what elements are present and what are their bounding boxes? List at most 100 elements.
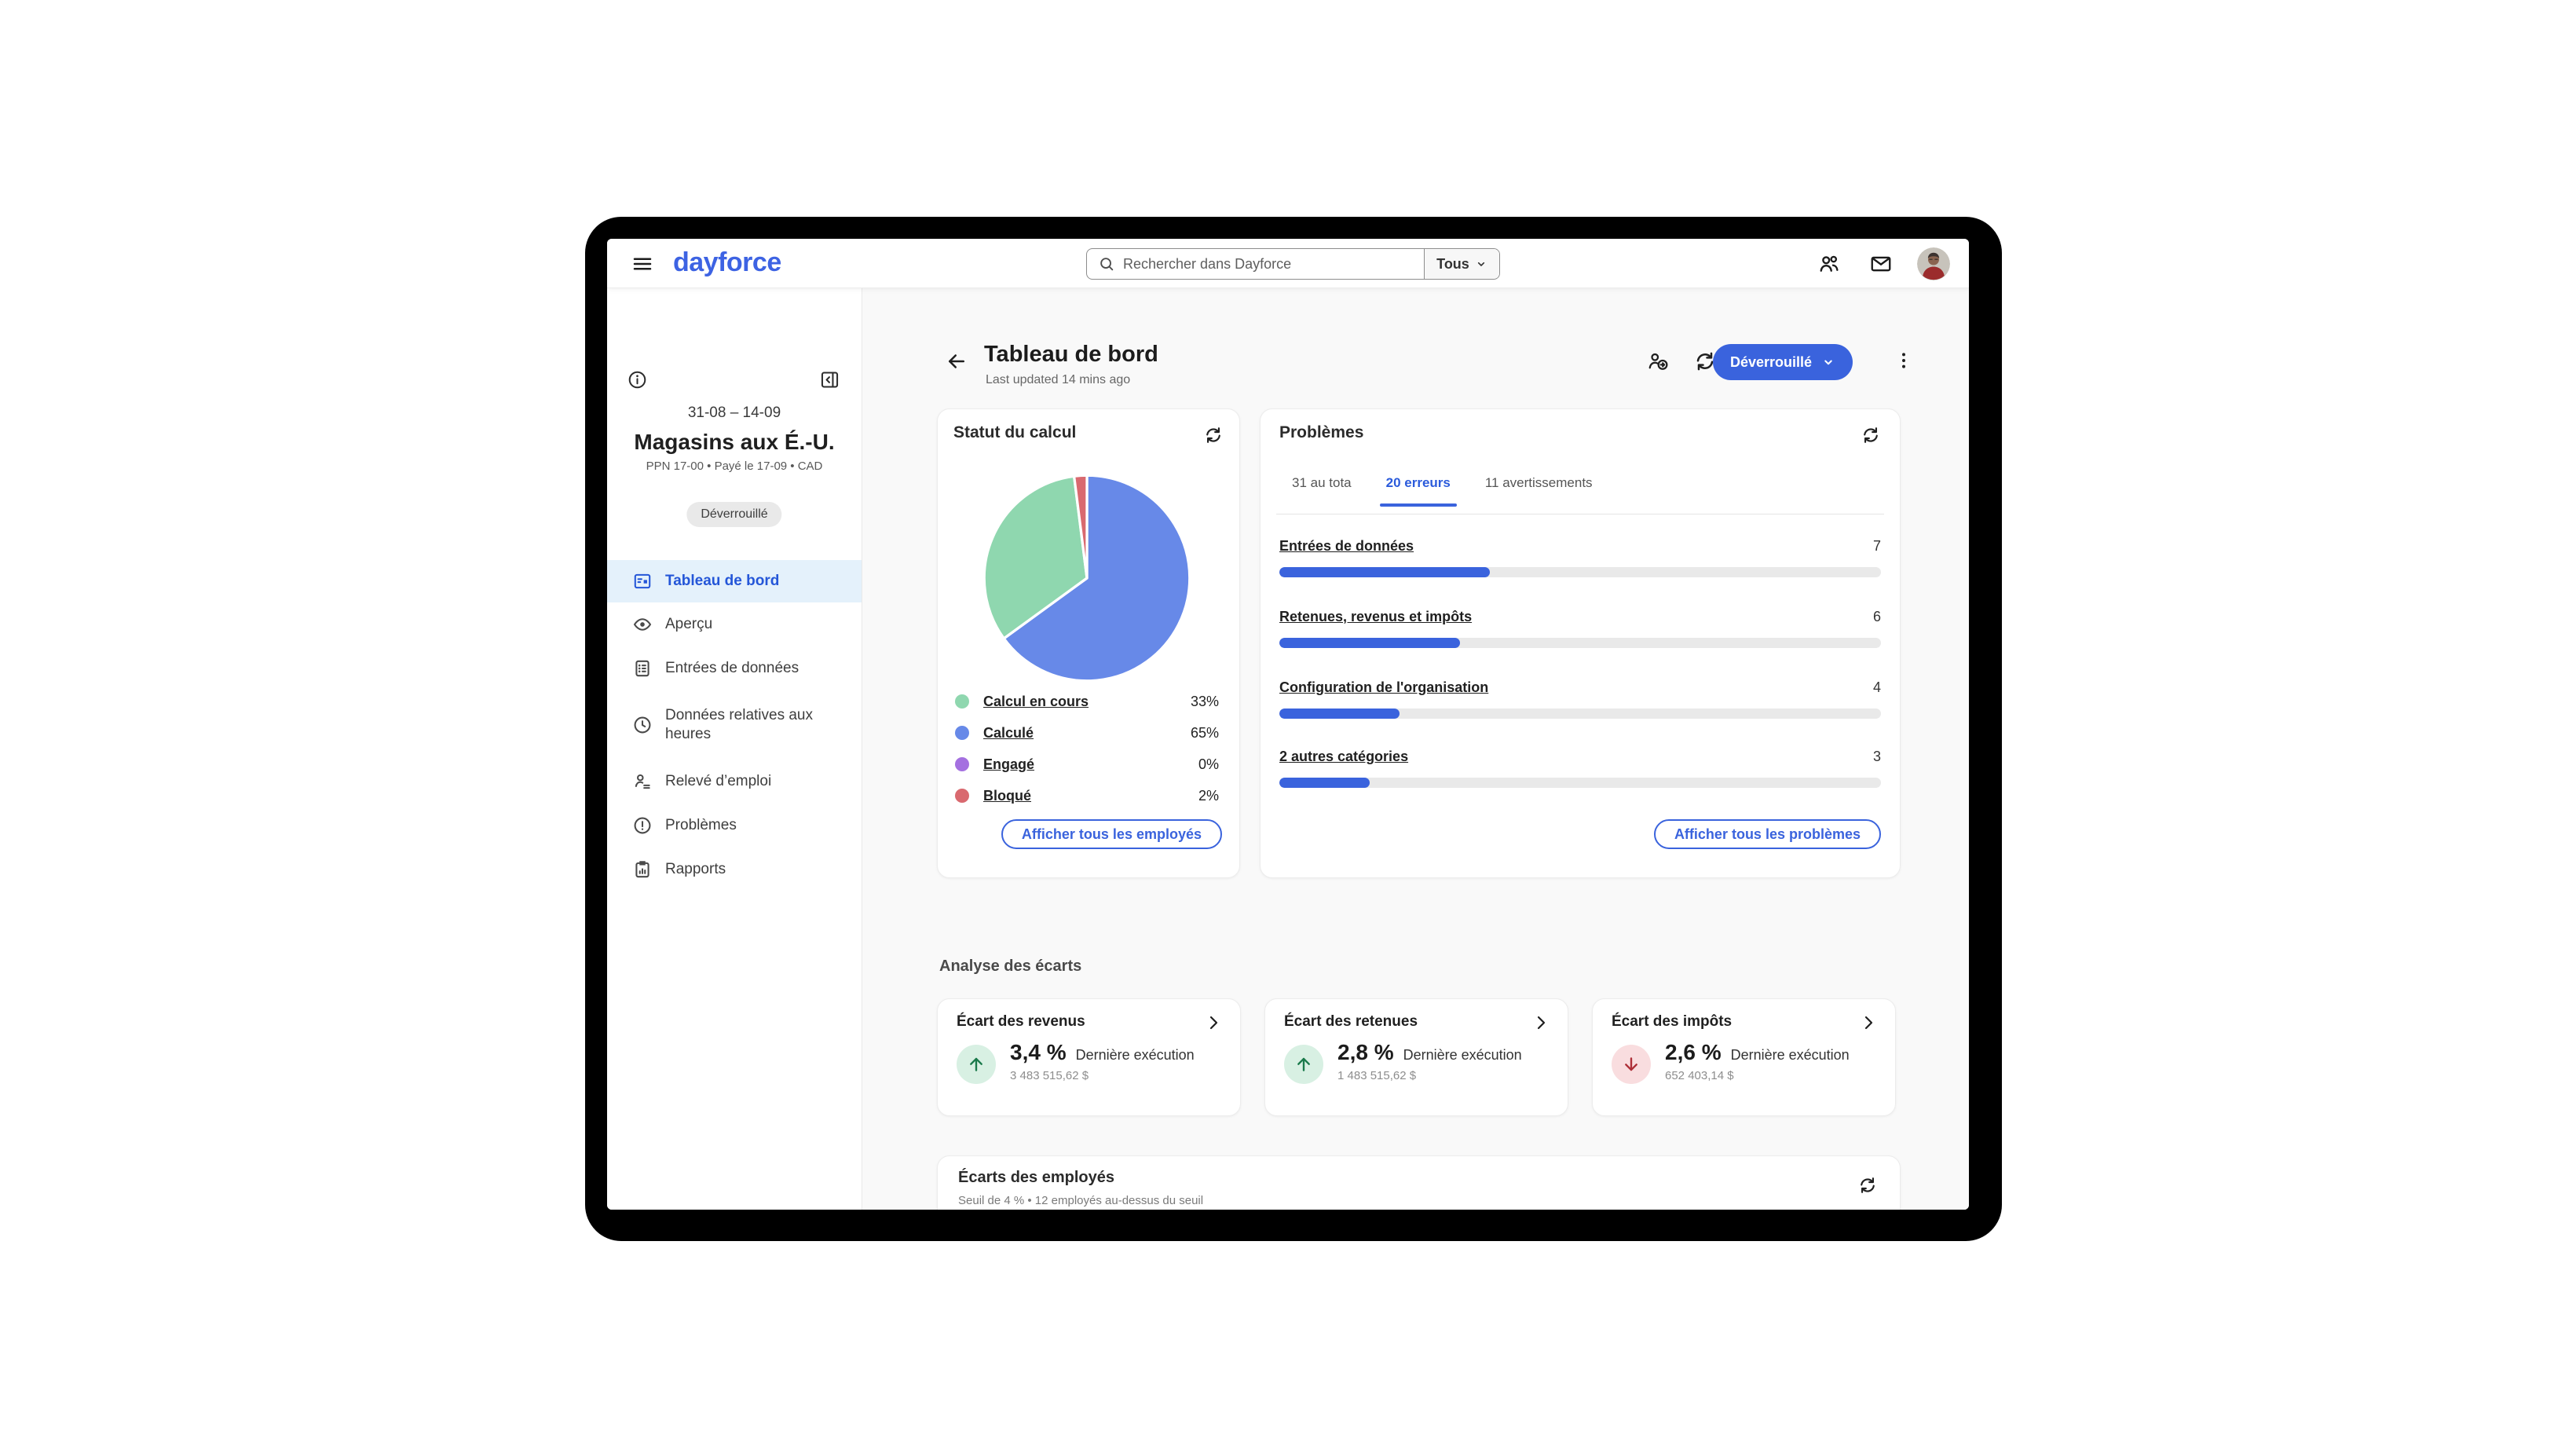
- tab-errors[interactable]: 20 erreurs: [1379, 475, 1458, 507]
- issues-card: Problèmes 31 au tota 20 erreurs 11 avert…: [1260, 408, 1901, 878]
- issue-progress-track: [1279, 567, 1881, 577]
- issue-progress-track: [1279, 709, 1881, 719]
- eye-icon: [632, 614, 653, 635]
- status-button-label: Déverrouillé: [1730, 353, 1813, 370]
- legend-label-link[interactable]: Calculé: [983, 725, 1034, 741]
- calc-status-card: Statut du calcul Calcul en cours 33% Cal…: [937, 408, 1240, 878]
- sidebar-item-label: Aperçu: [665, 616, 713, 632]
- tab-warnings[interactable]: 11 avertissements: [1485, 475, 1593, 507]
- device-frame: dayforce Tous: [585, 217, 2002, 1241]
- hamburger-menu-icon[interactable]: [631, 252, 654, 276]
- data-entry-icon: [632, 658, 653, 679]
- view-all-employees-button[interactable]: Afficher tous les employés: [1001, 819, 1222, 849]
- status-dropdown-button[interactable]: Déverrouillé: [1713, 344, 1853, 380]
- sidebar-item-rapports[interactable]: Rapports: [607, 848, 862, 892]
- issues-tabs: 31 au tota 20 erreurs 11 avertissements: [1292, 475, 1593, 507]
- sidebar-item-label: Tableau de bord: [665, 573, 780, 589]
- search-scope-dropdown[interactable]: Tous: [1424, 249, 1499, 279]
- sidebar-item-releve-emploi[interactable]: Relevé d’emploi: [607, 760, 862, 804]
- clock-icon: [632, 715, 653, 735]
- sidebar-item-tableau-de-bord[interactable]: Tableau de bord: [607, 560, 862, 602]
- variance-exec-label: Dernière exécution: [1730, 1047, 1850, 1063]
- issue-count: 3: [1872, 749, 1881, 764]
- legend-label-link[interactable]: Engagé: [983, 756, 1034, 773]
- sidebar-item-apercu[interactable]: Aperçu: [607, 602, 862, 646]
- trend-up-icon: [957, 1045, 996, 1084]
- variance-percent: 2,6 %: [1665, 1040, 1722, 1064]
- variance-percent: 3,4 %: [1010, 1040, 1067, 1064]
- legend-value: 0%: [1198, 756, 1219, 772]
- issue-count: 6: [1872, 609, 1881, 624]
- variance-amount: 3 483 515,62 $: [1010, 1069, 1089, 1082]
- legend-dot: [955, 694, 969, 709]
- pay-group-title: Magasins aux É.-U.: [634, 430, 835, 454]
- info-icon[interactable]: [627, 369, 648, 390]
- last-updated-text: Last updated 14 mins ago: [986, 373, 1131, 386]
- variance-card-revenus[interactable]: Écart des revenus 3,4 % Dernière exécuti…: [937, 998, 1241, 1116]
- issue-category-link[interactable]: Entrées de données: [1279, 538, 1414, 555]
- chevron-right-icon: [1204, 1013, 1223, 1032]
- refresh-icon[interactable]: [1203, 425, 1224, 445]
- threshold-subtitle: Seuil de 4 % • 12 employés au-dessus du …: [958, 1194, 1204, 1207]
- variance-card-retenues[interactable]: Écart des retenues 2,8 % Dernière exécut…: [1264, 998, 1568, 1116]
- sidebar: 31-08 – 14-09 Magasins aux É.-U. PPN 17-…: [607, 288, 862, 1210]
- issue-count: 4: [1872, 679, 1881, 695]
- variance-amount: 1 483 515,62 $: [1337, 1069, 1417, 1082]
- back-arrow-icon[interactable]: [945, 350, 968, 373]
- employee-sync-icon[interactable]: [1646, 350, 1670, 373]
- variance-percent: 2,8 %: [1337, 1040, 1394, 1064]
- legend-row: Bloqué 2%: [938, 780, 1239, 811]
- issue-progress-fill: [1279, 638, 1460, 648]
- issue-category-row: Entrées de données 7: [1279, 538, 1881, 577]
- sidebar-item-label: Rapports: [665, 861, 726, 877]
- pay-group-details: PPN 17-00 • Payé le 17-09 • CAD: [646, 460, 823, 473]
- variance-section-title: Analyse des écarts: [939, 958, 1082, 975]
- legend-label-link[interactable]: Calcul en cours: [983, 694, 1089, 710]
- issue-progress-fill: [1279, 567, 1491, 577]
- collapse-panel-icon[interactable]: [819, 369, 840, 390]
- variance-card-title: Écart des retenues: [1284, 1013, 1418, 1030]
- issue-category-link[interactable]: Retenues, revenus et impôts: [1279, 609, 1472, 625]
- legend-row: Engagé 0%: [938, 749, 1239, 780]
- global-search[interactable]: Tous: [1086, 248, 1500, 280]
- app-window: dayforce Tous: [607, 239, 1969, 1210]
- messages-icon[interactable]: [1869, 252, 1893, 276]
- dayforce-logo: dayforce: [673, 247, 781, 277]
- search-input[interactable]: [1115, 255, 1424, 273]
- refresh-icon[interactable]: [1861, 425, 1881, 445]
- issue-count: 7: [1872, 538, 1881, 554]
- refresh-icon[interactable]: [1857, 1175, 1878, 1196]
- sidebar-item-donnees-heures[interactable]: Données relatives aux heures: [607, 690, 862, 760]
- main-content: Tableau de bord Last updated 14 mins ago…: [862, 288, 1969, 1210]
- calc-status-pie-chart[interactable]: [980, 471, 1194, 685]
- top-bar: dayforce Tous: [607, 239, 1969, 288]
- employee-variance-card: Écarts des employés Seuil de 4 % • 12 em…: [937, 1155, 1901, 1210]
- issue-progress-track: [1279, 638, 1881, 648]
- legend-row: Calcul en cours 33%: [938, 686, 1239, 717]
- legend-row: Calculé 65%: [938, 717, 1239, 749]
- sidebar-item-label: Données relatives aux heures: [665, 707, 813, 742]
- user-avatar[interactable]: [1917, 247, 1950, 280]
- tab-total[interactable]: 31 au tota: [1292, 475, 1352, 507]
- sidebar-item-problemes[interactable]: Problèmes: [607, 804, 862, 848]
- issue-category-link[interactable]: Configuration de l'organisation: [1279, 679, 1488, 696]
- search-scope-label: Tous: [1436, 255, 1469, 272]
- legend-dot: [955, 789, 969, 803]
- legend-value: 2%: [1198, 787, 1219, 804]
- page-title: Tableau de bord: [984, 342, 1158, 367]
- variance-card-impots[interactable]: Écart des impôts 2,6 % Dernière exécutio…: [1592, 998, 1896, 1116]
- view-all-issues-button[interactable]: Afficher tous les problèmes: [1653, 819, 1881, 849]
- issue-category-row: Configuration de l'organisation 4: [1279, 679, 1881, 719]
- legend-label-link[interactable]: Bloqué: [983, 788, 1031, 804]
- chevron-down-icon: [1475, 258, 1487, 270]
- employment-record-icon: [632, 771, 653, 792]
- sidebar-item-entrees-de-donnees[interactable]: Entrées de données: [607, 646, 862, 690]
- legend-value: 33%: [1190, 693, 1219, 709]
- more-options-icon[interactable]: [1893, 350, 1915, 372]
- team-relate-icon[interactable]: [1817, 252, 1841, 276]
- chevron-down-icon: [1821, 355, 1835, 369]
- issue-category-link[interactable]: 2 autres catégories: [1279, 749, 1408, 765]
- dashboard-icon: [632, 571, 653, 591]
- variance-exec-label: Dernière exécution: [1403, 1047, 1522, 1063]
- chevron-right-icon: [1859, 1013, 1878, 1032]
